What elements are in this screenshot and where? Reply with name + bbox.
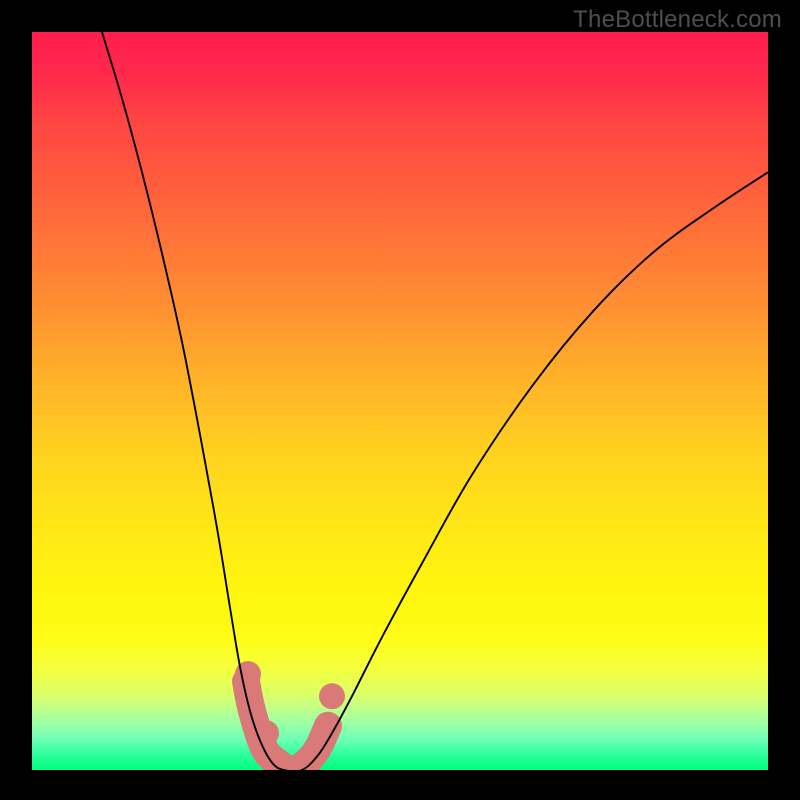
plot-area [32,32,768,770]
watermark-text: TheBottleneck.com [573,6,782,34]
curve-svg [32,32,768,770]
chart-frame: TheBottleneck.com [0,0,800,800]
bottleneck-curve-line [102,32,768,770]
